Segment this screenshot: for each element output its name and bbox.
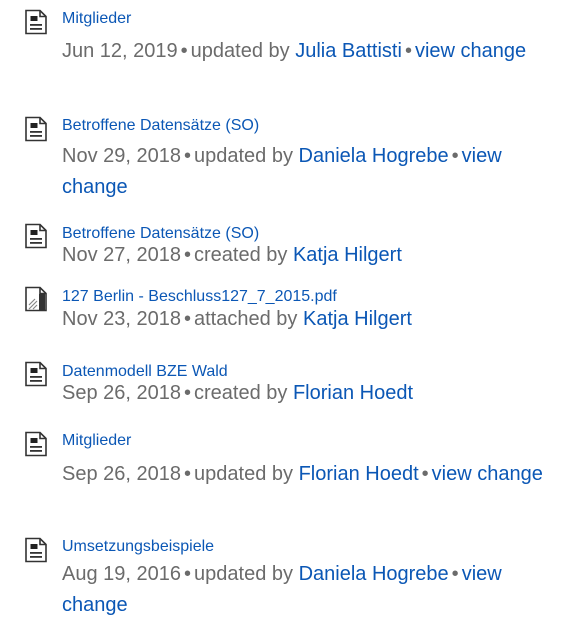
separator-dot: •: [183, 308, 191, 330]
item-action: created by: [194, 382, 288, 404]
separator-dot: •: [451, 145, 459, 167]
item-action: updated by: [194, 145, 293, 167]
item-action: created by: [194, 244, 288, 266]
item-action: attached by: [194, 308, 298, 330]
separator-dot: •: [184, 563, 192, 585]
page-icon: [22, 360, 50, 388]
item-date: Nov 23, 2018: [62, 308, 181, 330]
user-link[interactable]: Katja Hilgert: [303, 308, 412, 330]
item-date: Jun 12, 2019: [62, 40, 178, 62]
item-date: Nov 27, 2018: [62, 244, 181, 266]
pdf-file-icon: [22, 285, 50, 313]
item-date: Aug 19, 2016: [62, 563, 181, 585]
page-icon: [22, 430, 50, 458]
item-date: Sep 26, 2018: [62, 463, 181, 485]
item-meta: Sep 26, 2018 • created by Florian Hoedt: [62, 378, 557, 409]
page-icon: [22, 8, 50, 36]
item-action: updated by: [194, 563, 293, 585]
item-action: updated by: [190, 40, 290, 62]
page-icon: [22, 222, 50, 250]
item-action: updated by: [194, 463, 293, 485]
recent-activity-list: Mitglieder Jun 12, 2019 • updated by Julia…: [0, 0, 571, 619]
item-meta: Sep 26, 2018 • updated by Florian Hoedt • vi…: [62, 459, 557, 490]
separator-dot: •: [183, 145, 191, 167]
user-link[interactable]: Daniela Hogrebe: [299, 145, 449, 167]
item-meta: Nov 27, 2018 • created by Katja Hilgert: [62, 240, 557, 271]
separator-dot: •: [180, 40, 188, 62]
separator-dot: •: [184, 463, 192, 485]
separator-dot: •: [421, 463, 429, 485]
item-title-link[interactable]: Mitglieder: [62, 431, 131, 451]
item-meta: Aug 19, 2016 • updated by Daniela Hogrebe •…: [62, 559, 557, 621]
view-change-link[interactable]: view change: [432, 463, 543, 485]
item-meta: Nov 29, 2018 • updated by Daniela Hogrebe •…: [62, 141, 557, 203]
separator-dot: •: [183, 244, 191, 266]
item-date: Nov 29, 2018: [62, 145, 181, 167]
page-icon: [22, 115, 50, 143]
separator-dot: •: [184, 382, 192, 404]
user-link[interactable]: Florian Hoedt: [299, 463, 419, 485]
user-link[interactable]: Daniela Hogrebe: [299, 563, 449, 585]
item-meta: Jun 12, 2019 • updated by Julia Battisti • v…: [62, 36, 557, 67]
user-link[interactable]: Florian Hoedt: [293, 382, 413, 404]
view-change-link[interactable]: view change: [415, 40, 526, 62]
item-date: Sep 26, 2018: [62, 382, 181, 404]
item-meta: Nov 23, 2018 • attached by Katja Hilgert: [62, 304, 557, 335]
item-title-link[interactable]: Umsetzungsbeispiele: [62, 537, 214, 557]
separator-dot: •: [404, 40, 412, 62]
page-icon: [22, 536, 50, 564]
item-title-link[interactable]: Mitglieder: [62, 9, 131, 29]
user-link[interactable]: Katja Hilgert: [293, 244, 402, 266]
user-link[interactable]: Julia Battisti: [295, 40, 402, 62]
item-title-link[interactable]: Betroffene Datensätze (SO): [62, 116, 259, 136]
separator-dot: •: [451, 563, 459, 585]
